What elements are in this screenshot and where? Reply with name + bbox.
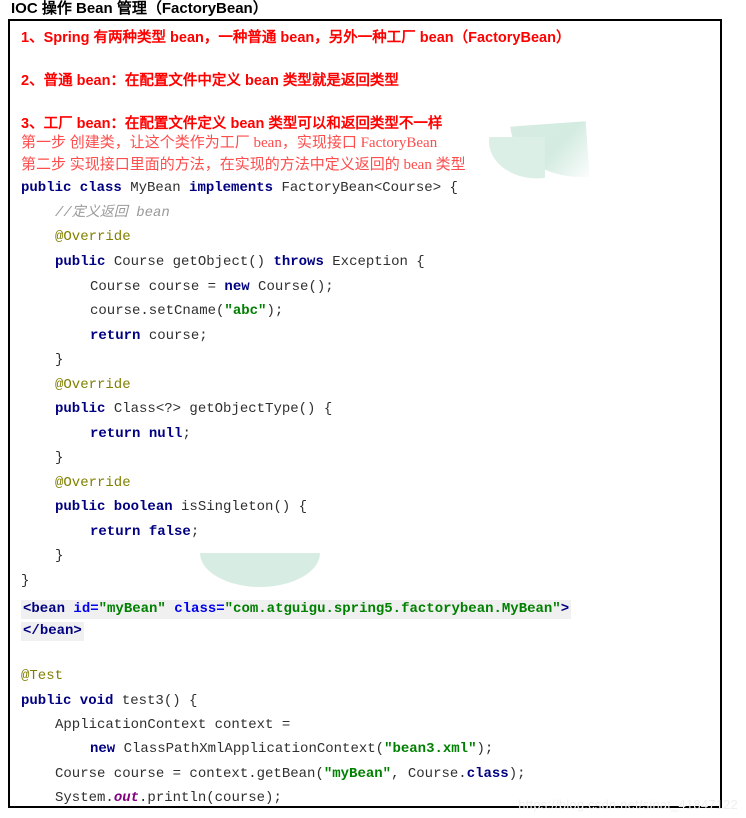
token-brace: } <box>21 573 30 589</box>
code-line-getbean: Course course = context.getBean("myBean"… <box>55 767 526 781</box>
step-line-2: 第二步 实现接口里面的方法，在实现的方法中定义返回的 bean 类型 <box>21 157 466 173</box>
code-line-test3-sig: public void test3() { <box>21 694 197 708</box>
token-plain: course; <box>140 328 208 344</box>
code-line-close-brace-3: } <box>55 549 63 563</box>
token-annotation: @Override <box>55 475 131 491</box>
heading-point-1: 1、Spring 有两种类型 bean，一种普通 bean，另外一种工厂 bea… <box>21 30 571 46</box>
document-content: 1、Spring 有两种类型 bean，一种普通 bean，另外一种工厂 bea… <box>10 21 720 806</box>
token-plain: ); <box>476 741 494 757</box>
token-keyword: class <box>466 766 509 782</box>
token-plain: ApplicationContext context = <box>55 717 291 733</box>
token-brace: } <box>55 548 64 564</box>
token-plain: ); <box>508 766 526 782</box>
xml-highlight-band-close: </bean> <box>21 622 84 641</box>
code-line-new-classpathxml: new ClassPathXmlApplicationContext("bean… <box>90 742 493 756</box>
code-line-test-annotation: @Test <box>21 669 63 683</box>
xml-highlight-band: <bean id="myBean" class="com.atguigu.spr… <box>21 600 572 619</box>
token-tag-bracket: </ <box>23 623 40 639</box>
token-keyword: public boolean <box>55 499 173 515</box>
code-line-return-null: return null; <box>90 427 191 441</box>
token-attr-id-value: "myBean" <box>98 601 166 617</box>
token-plain: ); <box>266 303 284 319</box>
token-plain: FactoryBean<Course> { <box>273 180 458 196</box>
code-line-appcontext-decl: ApplicationContext context = <box>55 718 290 732</box>
code-line-override-3: @Override <box>55 476 131 490</box>
token-annotation: @Test <box>21 668 64 684</box>
token-brace: } <box>55 450 64 466</box>
code-line-override-2: @Override <box>55 378 131 392</box>
code-line-return-false: return false; <box>90 525 199 539</box>
token-tag-bracket: > <box>73 623 82 639</box>
token-attr-class-value: "com.atguigu.spring5.factorybean.MyBean" <box>224 601 561 617</box>
token-plain: Course(); <box>249 279 334 295</box>
token-tag-name: bean <box>31 601 66 617</box>
code-line-new-course: Course course = new Course(); <box>90 280 334 294</box>
token-plain: test3() { <box>113 693 198 709</box>
code-line-comment: //定义返回 bean <box>55 206 170 220</box>
token-keyword: return <box>90 524 141 540</box>
token-keyword: public void <box>21 693 114 709</box>
heading-point-3: 3、工厂 bean：在配置文件定义 bean 类型可以和返回类型不一样 <box>21 116 443 132</box>
token-plain: isSingleton() { <box>172 499 308 515</box>
code-line-println: System.out.println(course); <box>55 791 282 805</box>
code-line-getobject-sig: public Course getObject() throws Excepti… <box>55 255 425 269</box>
token-attr-id: id= <box>65 601 99 617</box>
token-comment: //定义返回 bean <box>55 205 170 221</box>
token-keyword: public <box>55 254 106 270</box>
code-line-return-course: return course; <box>90 329 208 343</box>
code-line-bean-close: </bean> <box>21 622 84 641</box>
token-plain: , Course. <box>391 766 467 782</box>
token-plain: course.setCname( <box>90 303 225 319</box>
token-attr-class: class= <box>165 601 225 617</box>
token-keyword: return <box>90 426 141 442</box>
document-frame: 1、Spring 有两种类型 bean，一种普通 bean，另外一种工厂 bea… <box>8 19 722 808</box>
token-tag-bracket: > <box>560 601 570 617</box>
token-plain: ; <box>190 524 200 540</box>
token-keyword: public <box>55 401 106 417</box>
code-line-close-brace-4: } <box>21 574 29 588</box>
token-plain: Course course = context.getBean( <box>55 766 324 782</box>
token-plain: Course course = <box>90 279 225 295</box>
token-keyword: false <box>140 524 191 540</box>
token-keyword: new <box>224 279 250 295</box>
code-line-issingleton-sig: public boolean isSingleton() { <box>55 500 307 514</box>
page-title: IOC 操作 Bean 管理（FactoryBean） <box>11 0 268 17</box>
token-keyword: return <box>90 328 141 344</box>
code-line-close-brace-1: } <box>55 353 63 367</box>
token-plain: Course getObject() <box>105 254 274 270</box>
token-annotation: @Override <box>55 377 131 393</box>
token-tag-name: bean <box>39 623 74 639</box>
token-classname: MyBean <box>121 180 190 196</box>
step-line-1: 第一步 创建类，让这个类作为工厂 bean，实现接口 FactoryBean <box>21 135 438 151</box>
code-line-close-brace-2: } <box>55 451 63 465</box>
token-plain: Exception { <box>323 254 425 270</box>
code-line-override-1: @Override <box>55 230 131 244</box>
token-field: out <box>113 790 140 806</box>
token-string: "abc" <box>224 303 267 319</box>
code-line-setcname: course.setCname("abc"); <box>90 304 283 318</box>
token-plain: System. <box>55 790 114 806</box>
code-line-bean-open: <bean id="myBean" class="com.atguigu.spr… <box>21 600 572 619</box>
code-line-class-decl: public class MyBean implements FactoryBe… <box>21 181 458 195</box>
token-string: "myBean" <box>323 766 392 782</box>
token-keyword: public class <box>21 180 122 196</box>
token-plain: ; <box>182 426 191 442</box>
token-string: "bean3.xml" <box>384 741 477 757</box>
token-plain: Class<?> getObjectType() { <box>105 401 333 417</box>
code-line-getobjecttype-sig: public Class<?> getObjectType() { <box>55 402 332 416</box>
token-keyword: implements <box>189 180 274 196</box>
token-plain: ClassPathXmlApplicationContext( <box>115 741 385 757</box>
heading-point-2: 2、普通 bean：在配置文件中定义 bean 类型就是返回类型 <box>21 73 399 89</box>
token-keyword: throws <box>273 254 324 270</box>
token-keyword: new <box>90 741 116 757</box>
token-annotation: @Override <box>55 229 131 245</box>
token-plain: .println(course); <box>139 790 282 806</box>
token-keyword: null <box>140 426 183 442</box>
token-brace: } <box>55 352 64 368</box>
